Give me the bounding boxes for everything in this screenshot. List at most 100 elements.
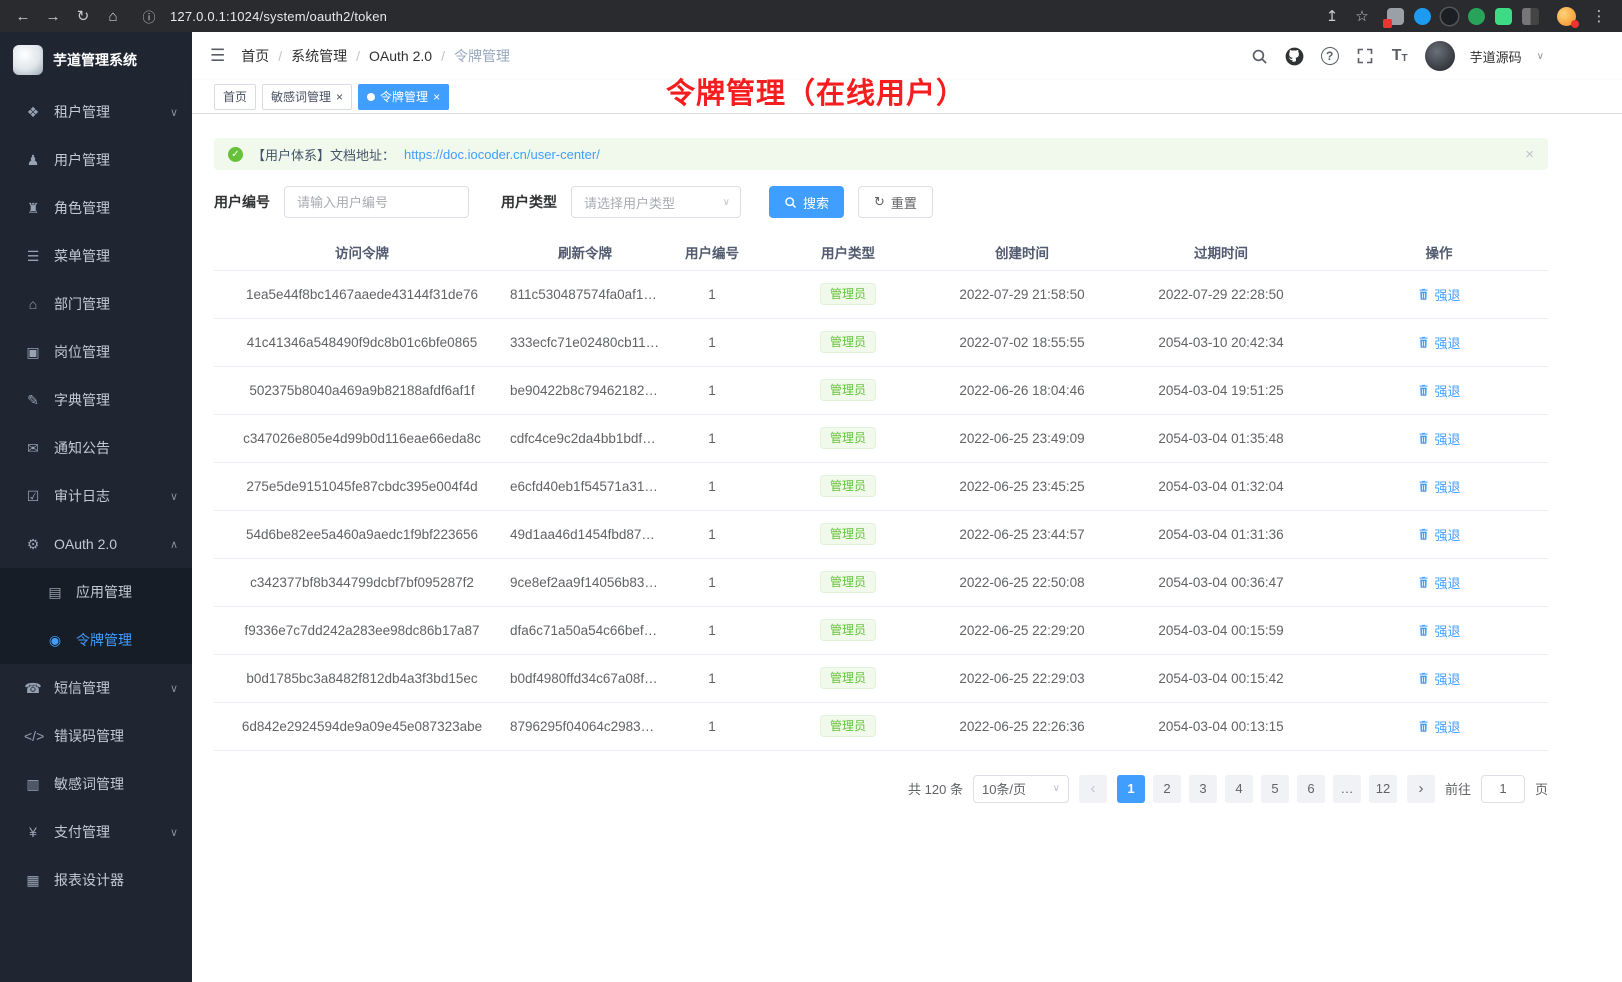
sidebar-item[interactable]: ♜ 角色管理: [0, 184, 192, 232]
trash-icon: [1417, 432, 1430, 445]
search-icon[interactable]: [1250, 46, 1270, 66]
fullscreen-icon[interactable]: [1355, 46, 1375, 66]
access-token-cell: 1ea5e44f8bc1467aaede43144f31de76: [214, 270, 510, 318]
avatar[interactable]: [1425, 41, 1455, 71]
prev-page-button[interactable]: [1079, 775, 1107, 803]
extension-icon[interactable]: [1414, 8, 1431, 25]
action-cell: 强退: [1330, 510, 1548, 558]
browser-profile-avatar[interactable]: [1557, 7, 1576, 26]
force-logout-button[interactable]: 强退: [1417, 525, 1460, 544]
user-id-input[interactable]: [284, 186, 469, 218]
sidebar-item-label: 报表设计器: [54, 870, 124, 890]
sidebar-item[interactable]: ⚙ OAuth 2.0: [0, 520, 192, 568]
view-tab[interactable]: 首页: [214, 84, 256, 110]
search-button[interactable]: 搜索: [769, 186, 844, 218]
goto-page-input[interactable]: [1481, 775, 1525, 803]
force-logout-button[interactable]: 强退: [1417, 573, 1460, 592]
address-bar[interactable]: 127.0.0.1:1024/system/oauth2/token: [130, 4, 1315, 28]
user-type-badge: 管理员: [820, 283, 876, 305]
reset-button[interactable]: 重置: [858, 186, 933, 218]
close-icon[interactable]: [433, 91, 440, 103]
sidebar-item[interactable]: ◉ 令牌管理: [0, 616, 192, 664]
user-id-cell: 1: [660, 414, 764, 462]
sidebar-item[interactable]: ☰ 菜单管理: [0, 232, 192, 280]
page-button[interactable]: 4: [1225, 775, 1253, 803]
user-name[interactable]: 芋道源码: [1470, 47, 1522, 66]
user-id-cell: 1: [660, 270, 764, 318]
sidebar-item[interactable]: ▤ 应用管理: [0, 568, 192, 616]
browser-menu-icon[interactable]: [1586, 4, 1612, 28]
extension-icon[interactable]: [1387, 8, 1404, 25]
breadcrumb-item[interactable]: OAuth 2.0: [347, 48, 432, 64]
page-button[interactable]: 5: [1261, 775, 1289, 803]
close-icon[interactable]: [336, 91, 343, 103]
share-icon[interactable]: [1319, 4, 1345, 28]
sidebar-item[interactable]: ❖ 租户管理: [0, 88, 192, 136]
action-cell: 强退: [1330, 366, 1548, 414]
sidebar-item[interactable]: ▦ 报表设计器: [0, 856, 192, 904]
reload-icon[interactable]: [70, 4, 96, 28]
forward-icon[interactable]: [40, 4, 66, 28]
page-button[interactable]: 12: [1369, 775, 1397, 803]
force-logout-button[interactable]: 强退: [1417, 429, 1460, 448]
sidebar-item[interactable]: ✎ 字典管理: [0, 376, 192, 424]
font-size-icon[interactable]: [1390, 46, 1410, 66]
back-icon[interactable]: [10, 4, 36, 28]
page-button[interactable]: 6: [1297, 775, 1325, 803]
sidebar-item[interactable]: ¥ 支付管理: [0, 808, 192, 856]
create-time-cell: 2022-06-25 22:50:08: [932, 558, 1112, 606]
force-logout-button[interactable]: 强退: [1417, 381, 1460, 400]
home-icon[interactable]: [100, 4, 126, 28]
page-content: 【用户体系】文档地址： https://doc.iocoder.cn/user-…: [192, 114, 1622, 982]
bookmark-icon[interactable]: [1349, 4, 1375, 28]
user-type-select[interactable]: 请选择用户类型: [571, 186, 741, 218]
extension-icon[interactable]: [1495, 8, 1512, 25]
page-button[interactable]: 1: [1117, 775, 1145, 803]
force-logout-button[interactable]: 强退: [1417, 621, 1460, 640]
alert-close-icon[interactable]: [1525, 146, 1534, 163]
search-icon: [784, 196, 797, 209]
log-icon: ☑: [24, 488, 42, 505]
user-type-placeholder: 请选择用户类型: [584, 193, 675, 212]
breadcrumb-item[interactable]: 系统管理: [269, 46, 347, 66]
access-token-cell: 54d6be82ee5a460a9aedc1f9bf223656: [214, 510, 510, 558]
sidebar-item[interactable]: ☑ 审计日志: [0, 472, 192, 520]
sidebar-item[interactable]: ♟ 用户管理: [0, 136, 192, 184]
force-logout-button[interactable]: 强退: [1417, 669, 1460, 688]
sidebar-item[interactable]: ⌂ 部门管理: [0, 280, 192, 328]
view-tab[interactable]: 敏感词管理: [262, 84, 352, 110]
info-icon[interactable]: [136, 4, 162, 28]
sidebar-collapse-icon[interactable]: [210, 46, 225, 66]
github-icon[interactable]: [1285, 46, 1305, 66]
extension-icon[interactable]: [1441, 8, 1458, 25]
sidebar-item[interactable]: ✉ 通知公告: [0, 424, 192, 472]
app-logo[interactable]: 芋道管理系统: [0, 32, 192, 88]
page-button[interactable]: 2: [1153, 775, 1181, 803]
breadcrumb-item[interactable]: 首页: [241, 46, 269, 66]
sidebar-item[interactable]: </> 错误码管理: [0, 712, 192, 760]
page-size-select[interactable]: 10条/页: [973, 775, 1069, 803]
page-button[interactable]: 3: [1189, 775, 1217, 803]
action-cell: 强退: [1330, 702, 1548, 750]
action-cell: 强退: [1330, 654, 1548, 702]
extension-icon[interactable]: [1522, 8, 1539, 25]
help-icon[interactable]: [1320, 46, 1340, 66]
breadcrumb-item[interactable]: 令牌管理: [432, 46, 510, 66]
trash-icon: [1417, 720, 1430, 733]
chevron-down-icon[interactable]: [1537, 51, 1544, 62]
page-button[interactable]: …: [1333, 775, 1361, 803]
next-page-button[interactable]: [1407, 775, 1435, 803]
expire-time-cell: 2054-03-04 01:35:48: [1112, 414, 1330, 462]
force-logout-button[interactable]: 强退: [1417, 717, 1460, 736]
chevron-down-icon: [170, 826, 178, 839]
sidebar-item[interactable]: ☎ 短信管理: [0, 664, 192, 712]
extension-icon[interactable]: [1468, 8, 1485, 25]
sidebar-item[interactable]: ▣ 岗位管理: [0, 328, 192, 376]
force-logout-button[interactable]: 强退: [1417, 333, 1460, 352]
user-id-cell: 1: [660, 606, 764, 654]
force-logout-button[interactable]: 强退: [1417, 477, 1460, 496]
doc-link[interactable]: https://doc.iocoder.cn/user-center/: [404, 147, 600, 162]
view-tab[interactable]: 令牌管理: [358, 84, 449, 110]
force-logout-button[interactable]: 强退: [1417, 285, 1460, 304]
sidebar-item[interactable]: ▥ 敏感词管理: [0, 760, 192, 808]
